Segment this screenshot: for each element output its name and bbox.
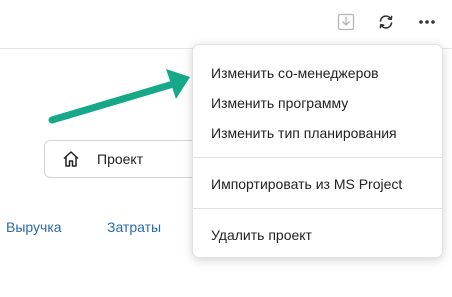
tab-costs[interactable]: Затраты — [107, 219, 161, 235]
menu-divider — [193, 208, 442, 209]
page: Проект Выручка Затраты Изменить со-менед… — [0, 0, 452, 297]
refresh-icon — [379, 15, 393, 29]
menu-item-delete-project[interactable]: Удалить проект — [211, 227, 312, 243]
project-selector-label: Проект — [97, 151, 144, 167]
menu-item-change-comanagers[interactable]: Изменить со-менеджеров — [211, 65, 379, 81]
import-button[interactable] — [333, 9, 359, 35]
context-menu: Изменить со-менеджеров Изменить программ… — [192, 44, 443, 258]
menu-item-import-ms-project[interactable]: Импортировать из MS Project — [211, 176, 402, 192]
home-icon — [63, 151, 79, 167]
more-options-button[interactable] — [414, 9, 440, 35]
refresh-button[interactable] — [373, 9, 399, 35]
tab-revenue[interactable]: Выручка — [6, 219, 62, 235]
import-download-icon — [337, 13, 355, 31]
more-horizontal-icon — [419, 20, 435, 24]
menu-item-change-planning-type[interactable]: Изменить тип планирования — [211, 125, 397, 141]
menu-item-change-program[interactable]: Изменить программу — [211, 95, 348, 111]
menu-divider — [193, 157, 442, 158]
